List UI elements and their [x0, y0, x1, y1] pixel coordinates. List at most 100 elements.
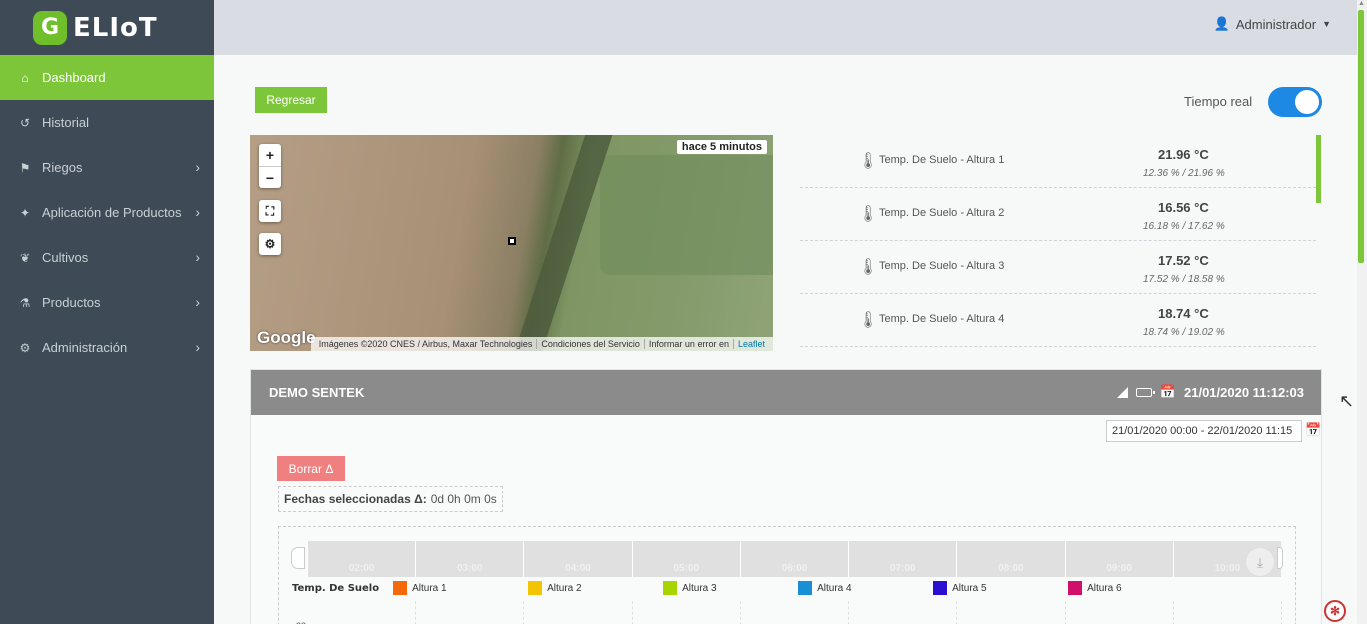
irrigation-icon: ⚑ [19, 160, 31, 175]
scroll-up-icon[interactable]: ▲ [1358, 0, 1366, 8]
chart-gridline [739, 601, 741, 624]
calendar-icon[interactable]: 📅 [1305, 422, 1321, 438]
sidebar-item-administraci-n[interactable]: ⚙ Administración › [0, 325, 214, 370]
legend-item[interactable]: Altura 6 [1068, 581, 1203, 595]
chart-legend: Temp. De Suelo Altura 1 Altura 2 Altura 3 A… [292, 581, 1203, 595]
sensor-row[interactable]: 🌡 Temp. De Suelo - Altura 3 17.52 °C 17.52 … [800, 241, 1316, 294]
sidebar-item-label: Productos [42, 295, 101, 310]
legend-label: Altura 1 [412, 582, 447, 594]
legend-swatch [1068, 581, 1083, 595]
sidebar-item-riegos[interactable]: ⚑ Riegos › [0, 145, 214, 190]
legend-swatch [933, 581, 948, 595]
sidebar-item-cultivos[interactable]: ❦ Cultivos › [0, 235, 214, 280]
realtime-label: Tiempo real [1184, 94, 1253, 109]
sensor-range: 17.52 % / 18.58 % [1143, 274, 1225, 285]
sensor-name: Temp. De Suelo - Altura 2 [879, 207, 1005, 219]
sensor-name: Temp. De Suelo - Altura 4 [879, 313, 1005, 325]
legend-item[interactable]: Altura 4 [798, 581, 933, 595]
help-badge-icon[interactable]: ✻ [1324, 600, 1346, 622]
legend-label: Altura 6 [1087, 582, 1122, 594]
thermometer-icon: 🌡 [858, 259, 879, 276]
legend-label: Altura 3 [682, 582, 717, 594]
fullscreen-icon[interactable]: ⛶ [259, 200, 281, 222]
zoom-out-button[interactable]: − [259, 166, 281, 188]
soil-temp-chart: 02:00 03:00 04:00 05:00 06:00 07:00 08:00 09:00… [278, 526, 1296, 624]
google-logo: Google [257, 328, 316, 347]
device-status: 📅 21/01/2020 11:12:03 [1116, 384, 1304, 400]
realtime-toggle[interactable] [1268, 87, 1322, 117]
chart-gridline [415, 601, 417, 624]
chart-gridline [1172, 601, 1174, 624]
signal-icon [1116, 386, 1128, 398]
fullscreen-control: ⛶ [259, 200, 281, 222]
leaflet-link[interactable]: Leaflet [732, 339, 769, 349]
sensor-list-accent [1316, 135, 1321, 203]
chevron-right-icon: › [195, 159, 200, 175]
logo[interactable]: G ELIoT [0, 0, 214, 55]
sidebar-item-historial[interactable]: ↺ Historial [0, 100, 214, 145]
legend-swatch [528, 581, 543, 595]
settings-control: ⚙ [259, 233, 281, 255]
navigator-left-handle[interactable] [291, 547, 305, 569]
download-icon[interactable]: ⤓ [1245, 547, 1275, 577]
terms-link[interactable]: Condiciones del Servicio [536, 339, 644, 349]
back-button[interactable]: Regresar [255, 87, 327, 113]
gear-icon: ⚙ [19, 340, 31, 355]
device-timestamp: 21/01/2020 11:12:03 [1184, 384, 1304, 400]
sidebar-item-dashboard[interactable]: ⌂ Dashboard [0, 55, 214, 100]
sensor-name: Temp. De Suelo - Altura 3 [879, 260, 1005, 272]
sensor-row[interactable]: 🌡 Temp. De Suelo - Altura 2 16.56 °C 16.18 … [800, 188, 1316, 241]
zoom-in-button[interactable]: + [259, 144, 281, 166]
device-marker[interactable] [508, 237, 516, 245]
chart-gridline [848, 601, 850, 624]
scrollbar[interactable]: ▲ [1357, 0, 1367, 624]
navigator-right-handle[interactable] [1277, 547, 1283, 569]
top-bar: 👤 Administrador ▼ [214, 0, 1357, 55]
time-tick-label: 07:00 [848, 541, 956, 577]
legend-swatch [663, 581, 678, 595]
sensor-range: 16.18 % / 17.62 % [1143, 221, 1225, 232]
report-link[interactable]: Informar un error en [643, 339, 733, 349]
legend-swatch [393, 581, 408, 595]
sidebar-item-label: Riegos [42, 160, 83, 175]
sensor-value: 16.56 °C [1158, 200, 1209, 215]
legend-item[interactable]: Altura 2 [528, 581, 663, 595]
legend-item[interactable]: Altura 3 [663, 581, 798, 595]
sidebar-item-label: Cultivos [42, 250, 89, 265]
sidebar-item-label: Dashboard [42, 70, 106, 85]
legend-item[interactable]: Altura 5 [933, 581, 1068, 595]
sidebar-item-productos[interactable]: ⚗ Productos › [0, 280, 214, 325]
sensor-row[interactable]: 🌡 Temp. De Suelo - Altura 1 21.96 °C 12.36 … [800, 135, 1316, 188]
sidebar-item-aplicaci-n-de-productos[interactable]: ✦ Aplicación de Productos › [0, 190, 214, 235]
legend-title: Temp. De Suelo [292, 582, 380, 594]
user-label: Administrador [1235, 16, 1317, 32]
scroll-thumb[interactable] [1358, 10, 1364, 263]
time-tick-label: 06:00 [739, 541, 848, 577]
logo-mark-icon: G [33, 10, 67, 45]
chart-gridline [1064, 601, 1066, 624]
satellite-map[interactable]: + − ⛶ ⚙ hace 5 minutos Google Imágenes ©… [250, 135, 773, 351]
brand-name: ELIoT [73, 12, 158, 43]
spray-icon: ✦ [19, 205, 31, 220]
chevron-right-icon: › [195, 249, 200, 265]
clear-delta-button[interactable]: Borrar Δ [277, 456, 345, 481]
sensor-value: 17.52 °C [1158, 253, 1209, 268]
user-menu[interactable]: 👤 Administrador ▼ [1214, 16, 1331, 32]
time-navigator[interactable]: 02:00 03:00 04:00 05:00 06:00 07:00 08:00 09:00… [307, 541, 1281, 577]
legend-item[interactable]: Altura 1 [393, 581, 528, 595]
chevron-right-icon: › [195, 204, 200, 220]
leaf-icon: ❦ [19, 250, 31, 265]
gear-icon[interactable]: ⚙ [259, 233, 281, 255]
history-icon: ↺ [19, 115, 31, 130]
toggle-knob [1295, 90, 1319, 114]
sensor-row[interactable]: 🌡 Temp. De Suelo - Altura 4 18.74 °C 18.74 … [800, 294, 1316, 347]
sensor-value: 18.74 °C [1158, 306, 1209, 321]
date-range-input[interactable]: 21/01/2020 00:00 - 22/01/2020 11:15 [1106, 420, 1302, 442]
time-tick-label: 02:00 [307, 541, 415, 577]
thermometer-icon: 🌡 [858, 206, 879, 223]
sidebar: G ELIoT ⌂ Dashboard ↺ Historial ⚑ Riegos › ✦ Apl… [0, 0, 214, 624]
chevron-right-icon: › [195, 339, 200, 355]
map-attribution: Imágenes ©2020 CNES / Airbus, Maxar Tech… [310, 337, 773, 351]
battery-icon [1135, 387, 1155, 397]
calendar-icon: 📅 [1159, 384, 1176, 399]
